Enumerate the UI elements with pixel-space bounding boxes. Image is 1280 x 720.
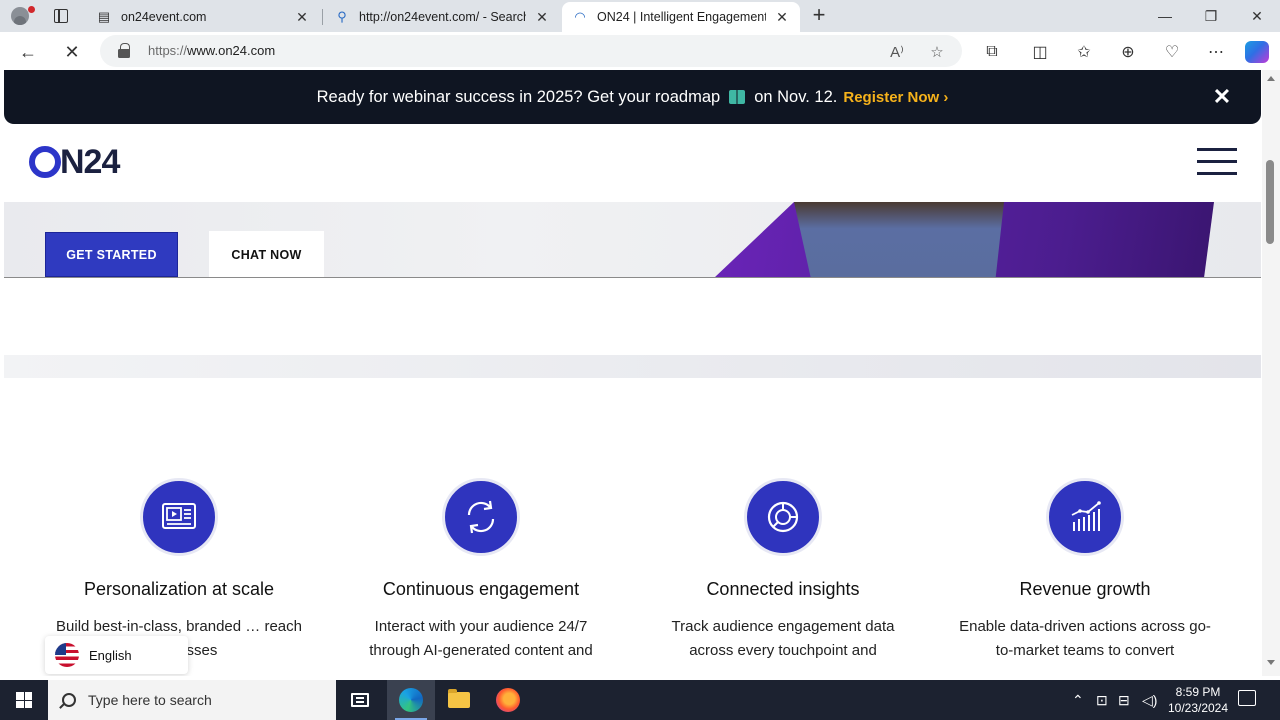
tab-close-icon[interactable]: ✕ xyxy=(774,9,790,25)
section-divider xyxy=(4,355,1261,378)
folder-icon xyxy=(448,689,470,708)
feature-title: Personalization at scale xyxy=(83,579,275,599)
loading-icon: ◠ xyxy=(574,9,586,24)
volume-icon[interactable]: ◁) xyxy=(1142,692,1157,709)
site-header: N24 xyxy=(4,124,1261,202)
extensions-icon[interactable]: ⧉ xyxy=(978,38,1006,66)
hero-photo xyxy=(794,202,1004,277)
chevron-up-icon[interactable]: ⌃ xyxy=(1072,692,1084,709)
back-arrow-icon[interactable]: ← xyxy=(14,38,42,66)
search-icon: ⚲ xyxy=(337,9,347,24)
tab-close-icon[interactable]: ✕ xyxy=(534,9,550,25)
hero-section: GET STARTED CHAT NOW xyxy=(4,202,1261,278)
avatar xyxy=(11,7,29,25)
pie-chart-icon xyxy=(744,478,822,556)
book-icon xyxy=(729,90,746,104)
banner-close-icon[interactable]: ✕ xyxy=(1210,85,1234,109)
feature-description: Enable data-driven actions across go-to-… xyxy=(959,618,1211,659)
copilot-icon[interactable] xyxy=(1245,41,1269,63)
banner-text: Ready for webinar success in 2025? Get y… xyxy=(316,87,721,106)
page-scrollbar[interactable] xyxy=(1262,70,1280,676)
url-text[interactable]: https://www.on24.com xyxy=(148,43,275,58)
tab-separator xyxy=(322,9,323,25)
taskbar-search[interactable]: Type here to search xyxy=(48,680,336,720)
close-window-button[interactable]: ✕ xyxy=(1234,0,1280,32)
tab-title: on24event.com xyxy=(121,10,207,24)
task-view-button[interactable] xyxy=(336,680,384,720)
taskbar-firefox[interactable] xyxy=(484,680,532,720)
browser-toolbar: ← ✕ https://www.on24.com A⁾ ☆ ⧉ ◫ ✩ ⊕ ♡ … xyxy=(0,32,1280,70)
edge-icon xyxy=(399,688,423,712)
feature-revenue: Revenue growth Enable data-driven action… xyxy=(934,478,1236,663)
logo-text: N24 xyxy=(60,143,120,181)
tab-3-active[interactable]: ◠ ON24 | Intelligent Engagement & ✕ xyxy=(562,2,800,32)
profile-button[interactable] xyxy=(0,0,40,32)
language-label: English xyxy=(89,647,132,663)
notification-dot xyxy=(28,6,35,13)
search-icon xyxy=(62,693,76,707)
start-button[interactable] xyxy=(0,680,48,720)
chat-now-button[interactable]: CHAT NOW xyxy=(209,231,324,277)
us-flag-icon xyxy=(55,643,79,667)
tab-title: http://on24event.com/ - Search xyxy=(359,10,526,24)
tab-close-icon[interactable]: ✕ xyxy=(294,9,310,25)
feature-description: Track audience engagement data across ev… xyxy=(671,618,895,659)
address-bar[interactable]: https://www.on24.com A⁾ ☆ xyxy=(100,35,962,67)
collections-icon[interactable]: ⊕ xyxy=(1114,38,1142,66)
logo-ring xyxy=(29,146,61,178)
favorites-icon[interactable]: ✩ xyxy=(1070,38,1098,66)
favorite-star-icon[interactable]: ☆ xyxy=(928,43,946,61)
promo-banner: Ready for webinar success in 2025? Get y… xyxy=(4,70,1261,124)
tab-title: ON24 | Intelligent Engagement & xyxy=(597,10,766,24)
new-tab-button[interactable]: + xyxy=(808,4,830,26)
device-icon[interactable]: ⊡ xyxy=(1096,692,1108,709)
taskbar-edge[interactable] xyxy=(387,680,435,720)
page-viewport: Ready for webinar success in 2025? Get y… xyxy=(0,70,1262,676)
scroll-down-arrow[interactable] xyxy=(1267,660,1275,665)
tab-strip: ▤ on24event.com ✕ ⚲ http://on24event.com… xyxy=(0,0,1280,32)
tab-actions-button[interactable] xyxy=(40,0,82,32)
firefox-icon xyxy=(496,688,520,712)
clock-time: 8:59 PM xyxy=(1175,685,1221,699)
feature-insights: Connected insights Track audience engage… xyxy=(632,478,934,663)
restore-button[interactable]: ❐ xyxy=(1188,0,1234,32)
lock-icon[interactable] xyxy=(118,43,130,58)
taskbar-file-explorer[interactable] xyxy=(435,680,483,720)
on24-logo[interactable]: N24 xyxy=(29,143,120,181)
page-icon: ▤ xyxy=(97,9,111,24)
system-clock[interactable]: 8:59 PM 10/23/2024 xyxy=(1160,684,1236,716)
banner-text-date: on Nov. 12. xyxy=(754,87,838,106)
scroll-up-arrow[interactable] xyxy=(1267,76,1275,81)
scrollbar-thumb[interactable] xyxy=(1266,160,1274,244)
network-icon[interactable]: ⊟ xyxy=(1118,692,1130,709)
feature-description: Interact with your audience 24/7 through… xyxy=(369,618,593,659)
hamburger-menu-icon[interactable] xyxy=(1197,148,1237,176)
minimize-button[interactable]: — xyxy=(1142,0,1188,32)
tab-2[interactable]: ⚲ http://on24event.com/ - Search ✕ xyxy=(324,2,560,32)
split-screen-icon[interactable]: ◫ xyxy=(1026,38,1054,66)
more-menu-icon[interactable]: ⋯ xyxy=(1202,38,1230,66)
register-now-link[interactable]: Register Now › xyxy=(843,89,948,106)
read-aloud-icon[interactable]: A⁾ xyxy=(888,43,906,61)
taskbar: Type here to search ⌃ ⊡ ⊟ ◁) 8:59 PM 10/… xyxy=(0,680,1280,720)
growth-bars-icon xyxy=(1046,478,1124,556)
task-view-icon xyxy=(351,693,369,707)
tab-actions-icon xyxy=(54,9,68,23)
feature-title: Continuous engagement xyxy=(382,579,580,599)
notification-center-icon[interactable] xyxy=(1238,690,1256,706)
browser-essentials-icon[interactable]: ♡ xyxy=(1158,38,1186,66)
feature-engagement: Continuous engagement Interact with your… xyxy=(330,478,632,663)
clock-date: 10/23/2024 xyxy=(1167,701,1229,715)
get-started-button[interactable]: GET STARTED xyxy=(45,232,178,277)
video-screen-icon xyxy=(140,478,218,556)
windows-icon xyxy=(16,692,32,708)
refresh-cycle-icon xyxy=(442,478,520,556)
feature-title: Connected insights xyxy=(706,579,860,599)
feature-title: Revenue growth xyxy=(1019,579,1151,599)
language-selector[interactable]: English xyxy=(45,636,188,674)
tab-1[interactable]: ▤ on24event.com ✕ xyxy=(86,2,320,32)
stop-loading-icon[interactable]: ✕ xyxy=(58,38,86,66)
search-placeholder: Type here to search xyxy=(88,692,212,708)
